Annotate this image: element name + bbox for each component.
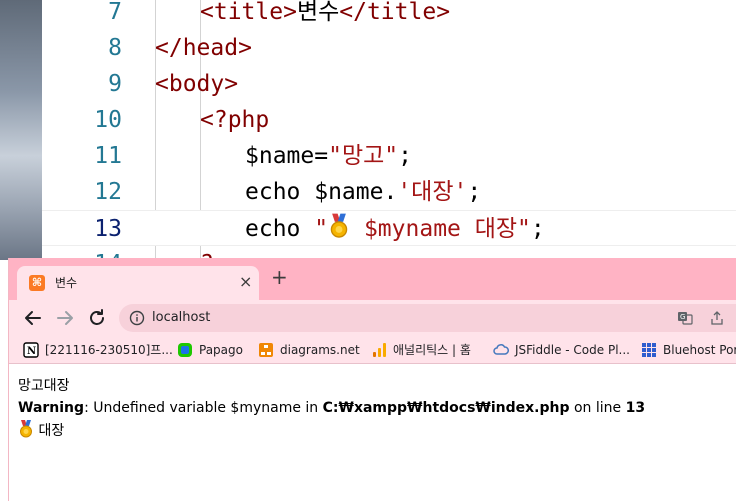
code-text: </head>: [155, 30, 252, 66]
code-line[interactable]: 13 echo " $myname 대장";: [42, 210, 736, 246]
code-line[interactable]: 12 echo $name.'대장';: [42, 174, 736, 210]
code-token: echo $name.: [245, 179, 398, 205]
code-token: echo: [245, 216, 315, 242]
line-number: 13: [94, 216, 122, 242]
address-bar[interactable]: localhost G: [119, 304, 736, 332]
code-text: <body>: [155, 66, 238, 102]
url-text: localhost: [152, 310, 211, 325]
code-token: 변수: [296, 0, 340, 25]
tab-strip: ⌘ 변수 × +: [9, 258, 736, 300]
line-number: 10: [94, 107, 122, 133]
browser-window: ⌘ 변수 × + localhost G N [221116-230510]프.…: [8, 258, 736, 501]
analytics-icon: [373, 343, 386, 357]
code-line[interactable]: 11 $name="망고";: [42, 138, 736, 174]
line-number: 8: [108, 35, 122, 61]
info-icon[interactable]: [129, 310, 145, 326]
code-token: $myname 대장": [350, 216, 531, 242]
warning-path: C:₩xampp₩htdocs₩index.php: [322, 400, 570, 416]
code-line[interactable]: 8 </head>: [42, 30, 736, 66]
svg-text:N: N: [27, 346, 36, 357]
code-line[interactable]: 10 <?php: [42, 102, 736, 138]
warning-text: : Undefined variable $myname in: [84, 400, 323, 416]
bookmarks-bar: N [221116-230510]프... Papago diagrams.ne…: [9, 336, 736, 364]
output-text: 대장: [38, 423, 65, 439]
code-text: <title>변수</title>: [200, 0, 450, 30]
medal-icon: [20, 420, 32, 438]
warning-line: 13: [625, 400, 646, 416]
browser-toolbar: localhost G: [9, 300, 736, 336]
notion-icon: N: [23, 342, 39, 358]
tab-title: 변수: [55, 276, 78, 290]
svg-text:G: G: [680, 313, 685, 321]
close-icon[interactable]: ×: [239, 272, 252, 291]
code-text: <?php: [200, 102, 269, 138]
line-number: 9: [108, 71, 122, 97]
code-line[interactable]: 7 <title>변수</title>: [42, 0, 736, 30]
code-token: </head>: [155, 35, 252, 61]
code-token: </title>: [339, 0, 451, 25]
diagrams-icon: [259, 343, 273, 357]
output-line: 망고대장: [18, 378, 70, 394]
code-token: ;: [530, 216, 545, 242]
desktop-background: [0, 0, 42, 260]
code-token: "망고": [328, 143, 399, 169]
code-token: ": [314, 216, 329, 242]
share-icon[interactable]: [709, 310, 725, 326]
code-token: <body>: [155, 71, 239, 97]
code-token: '대장': [397, 179, 468, 205]
code-token: ;: [398, 143, 412, 169]
medal-icon: [330, 213, 348, 238]
code-editor[interactable]: 7 <title>변수</title> 8 </head> 9 <body> 10 <?php…: [42, 0, 736, 260]
reload-icon[interactable]: [85, 306, 109, 330]
page-content: 망고대장 Warning: Undefined variable $myname…: [9, 365, 736, 501]
code-token: $name=: [245, 143, 329, 169]
warning-label: Warning: [18, 400, 85, 416]
code-text: echo " $myname 대장";: [245, 211, 545, 247]
papago-icon: [178, 343, 192, 357]
code-text: $name="망고";: [245, 138, 412, 174]
translate-icon[interactable]: G: [677, 310, 693, 326]
bluehost-icon: [642, 343, 656, 357]
output-line: 대장: [18, 420, 64, 441]
forward-arrow-icon[interactable]: [53, 306, 77, 330]
code-token: <?php: [200, 107, 270, 133]
xampp-icon: ⌘: [29, 275, 45, 291]
code-text: echo $name.'대장';: [245, 174, 481, 210]
code-token: ;: [467, 179, 482, 205]
php-warning: Warning: Undefined variable $myname in C…: [18, 398, 645, 418]
code-line[interactable]: 9 <body>: [42, 66, 736, 102]
back-arrow-icon[interactable]: [21, 306, 45, 330]
warning-on: on line: [569, 400, 626, 416]
tab-active[interactable]: ⌘ 변수 ×: [17, 266, 259, 300]
line-number: 12: [94, 179, 122, 205]
code-token: <title>: [200, 0, 297, 25]
line-number: 7: [108, 0, 122, 25]
new-tab-button[interactable]: +: [271, 267, 288, 287]
jsfiddle-icon: [493, 344, 509, 355]
line-number: 11: [94, 143, 122, 169]
